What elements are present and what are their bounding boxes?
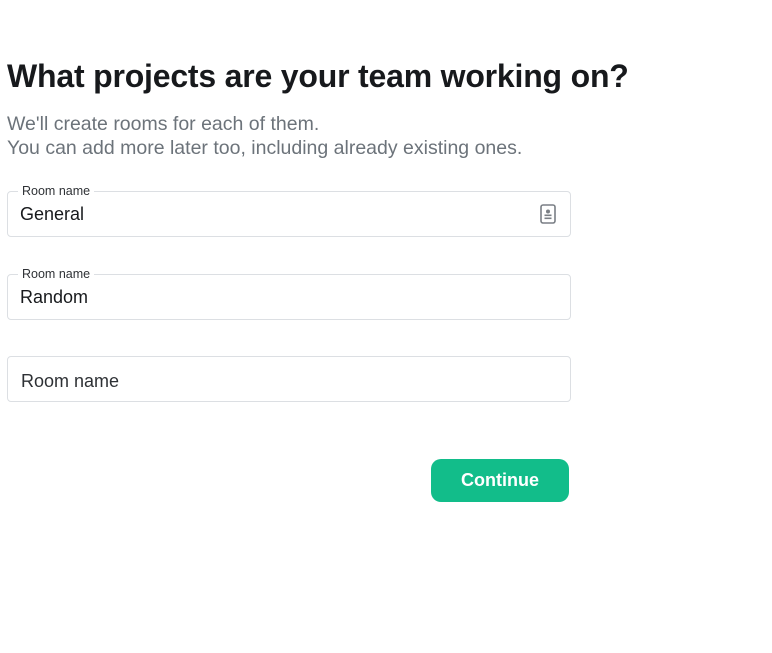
subtitle-line-2: You can add more later too, including al… xyxy=(7,137,523,159)
room-name-input-3[interactable] xyxy=(21,369,521,393)
room-name-field-1[interactable]: Room name xyxy=(7,183,571,237)
room-name-field-2[interactable]: Room name xyxy=(7,266,571,320)
subtitle-line-1: We'll create rooms for each of them. xyxy=(7,113,320,135)
room-name-label: Room name xyxy=(18,183,95,199)
continue-button[interactable]: Continue xyxy=(431,459,569,502)
room-name-field-3[interactable] xyxy=(7,356,571,402)
room-name-input-1[interactable] xyxy=(20,202,520,226)
room-name-label: Room name xyxy=(18,266,95,282)
page-title: What projects are your team working on? xyxy=(7,58,629,94)
room-name-input-2[interactable] xyxy=(20,285,520,309)
page-subtitle: We'll create rooms for each of them. You… xyxy=(7,112,522,160)
contact-card-icon[interactable] xyxy=(540,204,556,224)
